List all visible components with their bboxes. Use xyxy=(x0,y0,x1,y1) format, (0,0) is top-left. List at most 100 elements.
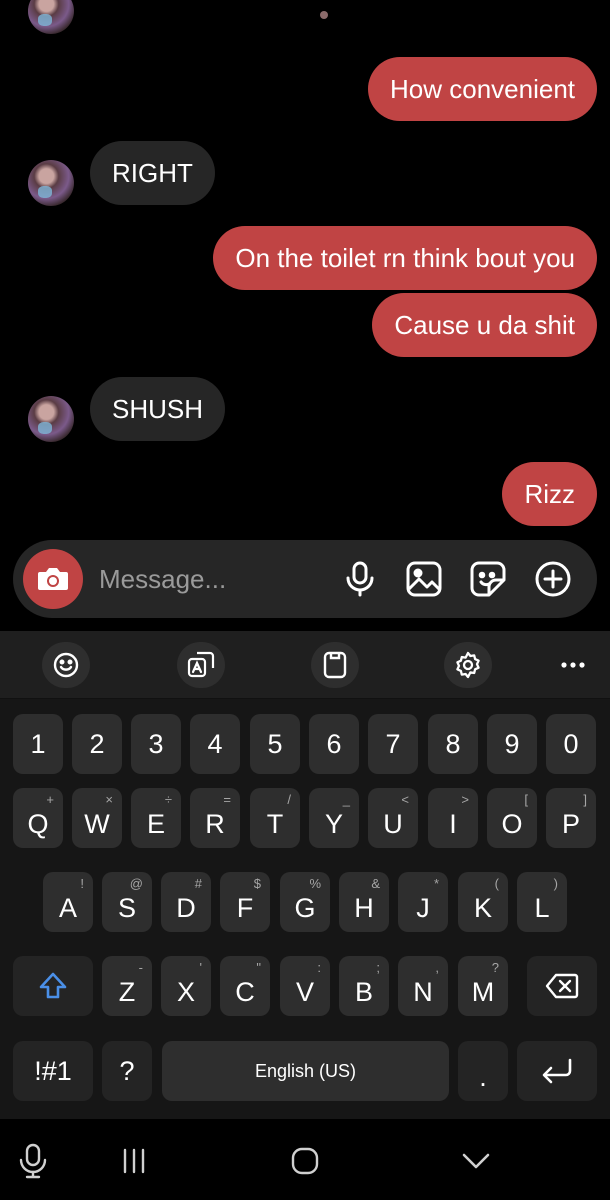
message-input[interactable] xyxy=(97,557,327,601)
key-6[interactable]: 6 xyxy=(309,714,359,774)
key-8[interactable]: 8 xyxy=(428,714,478,774)
key-label: I xyxy=(449,808,457,839)
enter-icon xyxy=(542,1058,572,1084)
camera-button[interactable] xyxy=(23,549,83,609)
key-hint: - xyxy=(138,960,143,975)
settings-icon[interactable] xyxy=(444,642,492,688)
key-w[interactable]: × W xyxy=(72,788,122,848)
system-nav-bar xyxy=(0,1119,610,1200)
key-m[interactable]: ? M xyxy=(458,956,508,1016)
microphone-icon[interactable] xyxy=(341,560,379,598)
key-h[interactable]: & H xyxy=(339,872,389,932)
key-4[interactable]: 4 xyxy=(190,714,240,774)
contact-avatar[interactable] xyxy=(28,0,74,34)
voice-input-icon[interactable] xyxy=(13,1141,53,1181)
question-key[interactable]: ? xyxy=(102,1041,152,1101)
key-5[interactable]: 5 xyxy=(250,714,300,774)
key-c[interactable]: " C xyxy=(220,956,270,1016)
key-x[interactable]: ' X xyxy=(161,956,211,1016)
key-label: D xyxy=(176,892,196,923)
key-label: F xyxy=(236,892,254,923)
key-label: 8 xyxy=(445,728,461,759)
key-d[interactable]: # D xyxy=(161,872,211,932)
enter-key[interactable] xyxy=(517,1041,597,1101)
key-1[interactable]: 1 xyxy=(13,714,63,774)
sticker-icon[interactable] xyxy=(469,560,507,598)
symbols-key[interactable]: !#1 xyxy=(13,1041,93,1101)
backspace-icon xyxy=(545,973,579,999)
key-k[interactable]: (K xyxy=(458,872,508,932)
message-outgoing[interactable]: On the toilet rn think bout you xyxy=(213,226,597,290)
key-label: S xyxy=(117,892,136,923)
key-r[interactable]: = R xyxy=(190,788,240,848)
key-v[interactable]: :V xyxy=(280,956,330,1016)
key-9[interactable]: 9 xyxy=(487,714,537,774)
key-j[interactable]: * J xyxy=(398,872,448,932)
key-s[interactable]: @ S xyxy=(102,872,152,932)
key-hint: & xyxy=(371,876,380,891)
key-label: N xyxy=(413,976,433,1007)
message-outgoing[interactable]: Rizz xyxy=(502,462,597,526)
key-label: C xyxy=(235,976,255,1007)
key-label: V xyxy=(295,976,314,1007)
key-label: P xyxy=(561,808,580,839)
contact-avatar[interactable] xyxy=(28,160,74,206)
key-u[interactable]: < U xyxy=(368,788,418,848)
key-3[interactable]: 3 xyxy=(131,714,181,774)
key-label: U xyxy=(383,808,403,839)
add-icon[interactable] xyxy=(534,560,572,598)
key-label: 6 xyxy=(326,728,342,759)
key-f[interactable]: $ F xyxy=(220,872,270,932)
message-outgoing[interactable]: How convenient xyxy=(368,57,597,121)
key-0[interactable]: 0 xyxy=(546,714,596,774)
contact-avatar[interactable] xyxy=(28,396,74,442)
home-icon[interactable] xyxy=(285,1141,325,1181)
key-hint: ) xyxy=(553,876,558,891)
key-z[interactable]: -Z xyxy=(102,956,152,1016)
key-hint: ? xyxy=(491,960,499,975)
more-icon[interactable] xyxy=(556,642,590,688)
key-hint: ÷ xyxy=(164,792,172,807)
key-hint: ( xyxy=(494,876,499,891)
translate-icon[interactable] xyxy=(177,642,225,688)
key-2[interactable]: 2 xyxy=(72,714,122,774)
message-incoming[interactable]: SHUSH xyxy=(90,377,226,441)
key-7[interactable]: 7 xyxy=(368,714,418,774)
key-l[interactable]: ) L xyxy=(517,872,567,932)
key-hint: : xyxy=(317,960,321,975)
recent-apps-icon[interactable] xyxy=(114,1141,154,1181)
key-n[interactable]: ,N xyxy=(398,956,448,1016)
space-key[interactable]: English (US) xyxy=(162,1041,449,1101)
shift-key[interactable] xyxy=(13,956,93,1016)
clipboard-icon[interactable] xyxy=(311,642,359,688)
key-label: Y xyxy=(324,808,343,839)
backspace-key[interactable] xyxy=(527,956,597,1016)
key-t[interactable]: / T xyxy=(250,788,300,848)
key-hint: ' xyxy=(199,960,202,975)
message-outgoing[interactable]: Cause u da shit xyxy=(372,293,597,357)
gallery-icon[interactable] xyxy=(405,560,443,598)
key-b[interactable]: ; B xyxy=(339,956,389,1016)
back-icon[interactable] xyxy=(456,1141,496,1181)
key-label: 4 xyxy=(207,728,223,759)
key-i[interactable]: > I xyxy=(428,788,478,848)
key-label: 5 xyxy=(267,728,283,759)
key-a[interactable]: ! A xyxy=(43,872,93,932)
key-e[interactable]: ÷ E xyxy=(131,788,181,848)
key-hint: > xyxy=(461,792,469,807)
key-label: 0 xyxy=(563,728,579,759)
chat-screen: How convenient RIGHT On the toilet rn th… xyxy=(0,0,610,1200)
key-p[interactable]: ] P xyxy=(546,788,596,848)
emoji-icon[interactable] xyxy=(42,642,90,688)
message-incoming[interactable]: RIGHT xyxy=(90,141,215,205)
key-label: 3 xyxy=(148,728,164,759)
key-y[interactable]: _ Y xyxy=(309,788,359,848)
shift-icon xyxy=(39,972,67,999)
key-q[interactable]: + Q xyxy=(13,788,63,848)
period-key[interactable]: . xyxy=(458,1041,508,1101)
key-o[interactable]: [O xyxy=(487,788,537,848)
key-hint: _ xyxy=(342,792,350,807)
key-g[interactable]: % G xyxy=(280,872,330,932)
keyboard-toolbar xyxy=(0,631,610,699)
key-hint: ] xyxy=(583,792,587,807)
